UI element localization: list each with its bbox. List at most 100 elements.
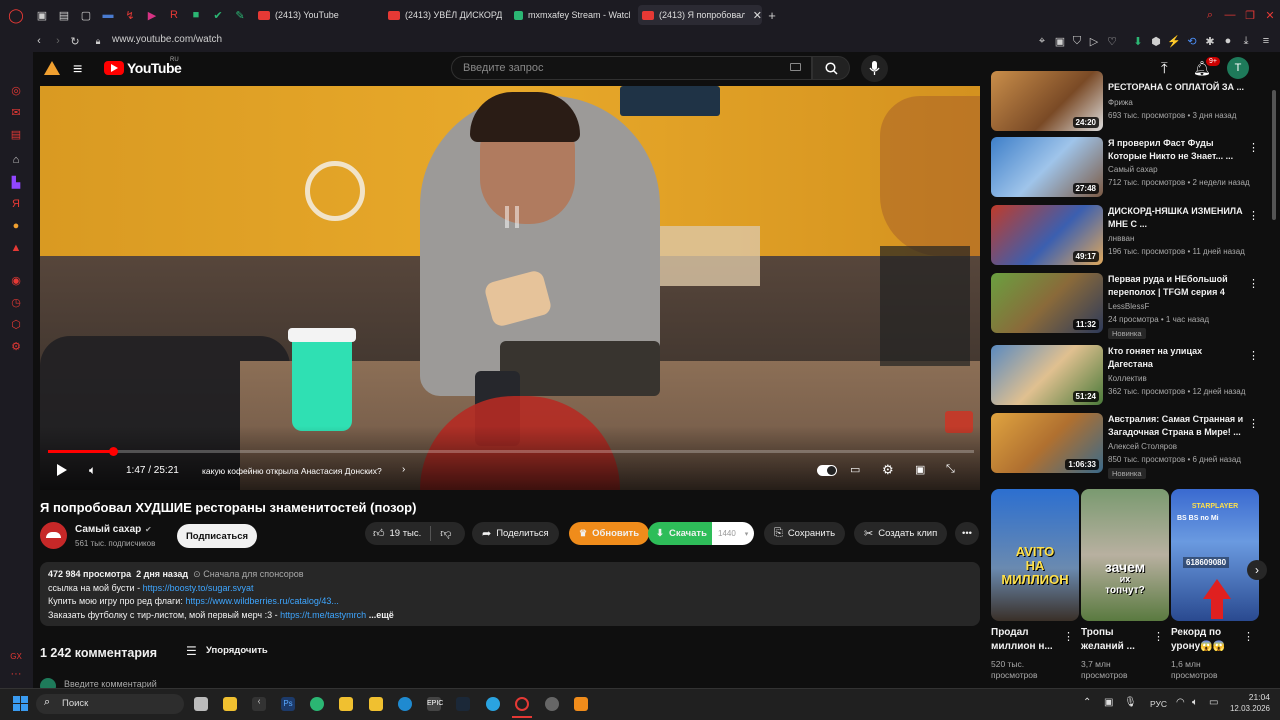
more-options-icon[interactable]: ⋮ xyxy=(1248,277,1259,290)
battery-icon[interactable]: ▭ xyxy=(1209,697,1218,708)
pinned-tab-icon[interactable]: ↯ xyxy=(122,7,138,23)
video-thumbnail[interactable]: 51:24 xyxy=(991,345,1103,405)
search-input[interactable]: Введите запрос xyxy=(451,56,812,80)
short-thumbnail[interactable]: зачем их топчут? xyxy=(1081,489,1169,621)
volume-icon[interactable]: 🔈︎ xyxy=(89,463,96,478)
related-video-title[interactable]: Австралия: Самая Странная и Загадочная С… xyxy=(1108,413,1248,438)
telegram-icon[interactable] xyxy=(486,697,500,711)
steam-icon[interactable] xyxy=(456,697,470,711)
related-video[interactable]: 1:06:33 Австралия: Самая Странная и Зага… xyxy=(991,413,1271,479)
related-video-channel[interactable]: Самый сахар xyxy=(1108,165,1263,174)
more-actions-button[interactable]: ••• xyxy=(955,522,979,545)
pin-icon[interactable]: ⌖ xyxy=(1034,33,1050,49)
sidebar-icon[interactable]: ◉ xyxy=(8,272,24,288)
language-indicator[interactable]: РУС xyxy=(1150,699,1167,709)
shorts-next-icon[interactable]: › xyxy=(1247,560,1267,580)
sidebar-scrollbar[interactable] xyxy=(1272,90,1276,220)
play-icon[interactable] xyxy=(57,464,67,476)
pinned-tab-icon[interactable]: ■ xyxy=(188,7,204,23)
wildberries-link[interactable]: https://www.wildberries.ru/catalog/43... xyxy=(185,596,339,606)
maximize-icon[interactable]: ❐ xyxy=(1242,7,1258,23)
pinned-tab-icon[interactable]: ▶ xyxy=(144,7,160,23)
close-window-icon[interactable]: ✕ xyxy=(1262,7,1278,23)
related-video-title[interactable]: РЕСТОРАНА С ОПЛАТОЙ ЗА ... xyxy=(1108,81,1248,94)
opera-gx-icon[interactable] xyxy=(515,697,529,711)
url-field[interactable]: www.youtube.com/watch xyxy=(112,34,222,45)
search-button[interactable] xyxy=(812,56,850,80)
settings-gear-icon[interactable]: ⚙ xyxy=(882,462,894,478)
app-icon[interactable]: ᚲ xyxy=(252,697,266,711)
short-title[interactable]: Рекорд по урону😱😱 xyxy=(1171,626,1241,654)
snapshot-icon[interactable]: ▣ xyxy=(1052,33,1068,49)
related-video-channel[interactable]: Фрижа xyxy=(1108,98,1263,107)
windows-start-icon[interactable] xyxy=(13,696,28,711)
profile-icon[interactable]: ● xyxy=(1220,33,1236,49)
pinned-tab-icon[interactable]: R xyxy=(166,7,182,23)
telegram-link[interactable]: https://t.me/tastymrch xyxy=(280,610,366,620)
more-options-icon[interactable]: ⋮ xyxy=(1063,630,1074,643)
send-icon[interactable]: ▷ xyxy=(1086,33,1102,49)
app-icon[interactable] xyxy=(398,697,412,711)
related-video[interactable]: 49:17 ДИСКОРД-НЯШКА ИЗМЕНИЛА МНЕ С ... л… xyxy=(991,205,1271,265)
scrubber-handle[interactable] xyxy=(109,447,118,456)
more-options-icon[interactable]: ⋮ xyxy=(1243,630,1254,643)
create-clip-button[interactable]: ✂ Создать клип xyxy=(854,522,948,545)
more-options-icon[interactable]: ⋮ xyxy=(1248,141,1259,154)
youtube-logo-icon[interactable] xyxy=(104,61,124,75)
keyboard-icon[interactable] xyxy=(790,63,801,71)
video-thumbnail[interactable]: 1:06:33 xyxy=(991,413,1103,473)
sort-button[interactable]: Упорядочить xyxy=(206,645,268,656)
tray-chevron-icon[interactable]: ⌃ xyxy=(1083,697,1091,708)
file-explorer-icon[interactable] xyxy=(223,697,237,711)
reload-icon[interactable]: ↻ xyxy=(67,33,83,49)
more-options-icon[interactable]: ⋮ xyxy=(1248,349,1259,362)
sidebar-icon[interactable]: ✉ xyxy=(8,104,24,120)
more-options-icon[interactable]: ⋮ xyxy=(1248,417,1259,430)
channel-name[interactable]: Самый сахар xyxy=(75,524,141,535)
related-video[interactable]: 24:20 РЕСТОРАНА С ОПЛАТОЙ ЗА ... Фрижа 6… xyxy=(991,71,1271,131)
video-thumbnail[interactable]: 24:20 xyxy=(991,71,1103,131)
related-video-title[interactable]: Я проверил Фаст Фуды Которые Никто не Зн… xyxy=(1108,137,1248,162)
more-icon[interactable]: ··· xyxy=(8,666,24,682)
sidebar-icon[interactable]: ⌂ xyxy=(8,152,24,168)
related-video[interactable]: 11:32 Первая руда и НЕбольшой переполох … xyxy=(991,273,1271,339)
clock-time[interactable]: 21:04 xyxy=(1230,692,1270,702)
clock-date[interactable]: 12.03.2026 xyxy=(1220,704,1270,713)
related-video-title[interactable]: Кто гоняет на улицах Дагестана xyxy=(1108,345,1248,370)
related-video[interactable]: 27:48 Я проверил Фаст Фуды Которые Никто… xyxy=(991,137,1271,197)
sidebar-icon[interactable]: ▤ xyxy=(8,126,24,142)
more-options-icon[interactable]: ⋮ xyxy=(1153,630,1164,643)
pinned-tab-icon[interactable]: ▢ xyxy=(78,7,94,23)
fullscreen-icon[interactable]: ⤡ xyxy=(946,463,955,476)
shield-icon[interactable]: ⛉ xyxy=(1069,33,1085,49)
short-title[interactable]: Тропы желаний ... xyxy=(1081,626,1151,654)
dislike-icon[interactable]: 👎︎ xyxy=(440,527,451,540)
more-options-icon[interactable]: ⋮ xyxy=(1248,209,1259,222)
description-box[interactable]: 472 984 просмотра 2 дня назад ⊙ Сначала … xyxy=(40,562,980,626)
back-icon[interactable]: ‹ xyxy=(31,33,47,49)
related-video-title[interactable]: ДИСКОРД-НЯШКА ИЗМЕНИЛА МНЕ С ... xyxy=(1108,205,1248,230)
app-icon[interactable] xyxy=(310,697,324,711)
short-title[interactable]: Продал миллион н... xyxy=(991,626,1061,654)
task-view-icon[interactable] xyxy=(194,697,208,711)
lock-app-icon[interactable] xyxy=(369,697,383,711)
short-thumbnail[interactable]: AVITO НА МИЛЛИОН xyxy=(991,489,1079,621)
show-more-link[interactable]: ...ещё xyxy=(369,610,394,620)
pinned-tab-icon[interactable]: ▬ xyxy=(100,7,116,23)
chapter-chevron-icon[interactable]: › xyxy=(402,464,405,475)
hamburger-menu-icon[interactable]: ≡ xyxy=(73,61,82,79)
video-thumbnail[interactable]: 11:32 xyxy=(991,273,1103,333)
related-video-channel[interactable]: лнвван xyxy=(1108,234,1263,243)
sidebar-icon[interactable]: ⬡ xyxy=(8,316,24,332)
related-video-channel[interactable]: LessBlessF xyxy=(1108,302,1263,311)
pinned-tab-icon[interactable]: ✎ xyxy=(232,7,248,23)
chapter-title[interactable]: какую кофейню открыла Анастасия Донских? xyxy=(202,466,382,476)
share-button[interactable]: ➦ Поделиться xyxy=(472,522,559,545)
app-icon[interactable] xyxy=(545,697,559,711)
download-button[interactable]: ⬇ Скачать xyxy=(648,522,715,545)
epic-games-icon[interactable]: EPIC xyxy=(427,697,443,711)
pinned-tab-icon[interactable]: ▤ xyxy=(56,7,72,23)
microphone-icon[interactable]: 🎙︎ xyxy=(1124,697,1137,708)
app-icon[interactable] xyxy=(339,697,353,711)
channel-avatar[interactable] xyxy=(40,522,67,549)
